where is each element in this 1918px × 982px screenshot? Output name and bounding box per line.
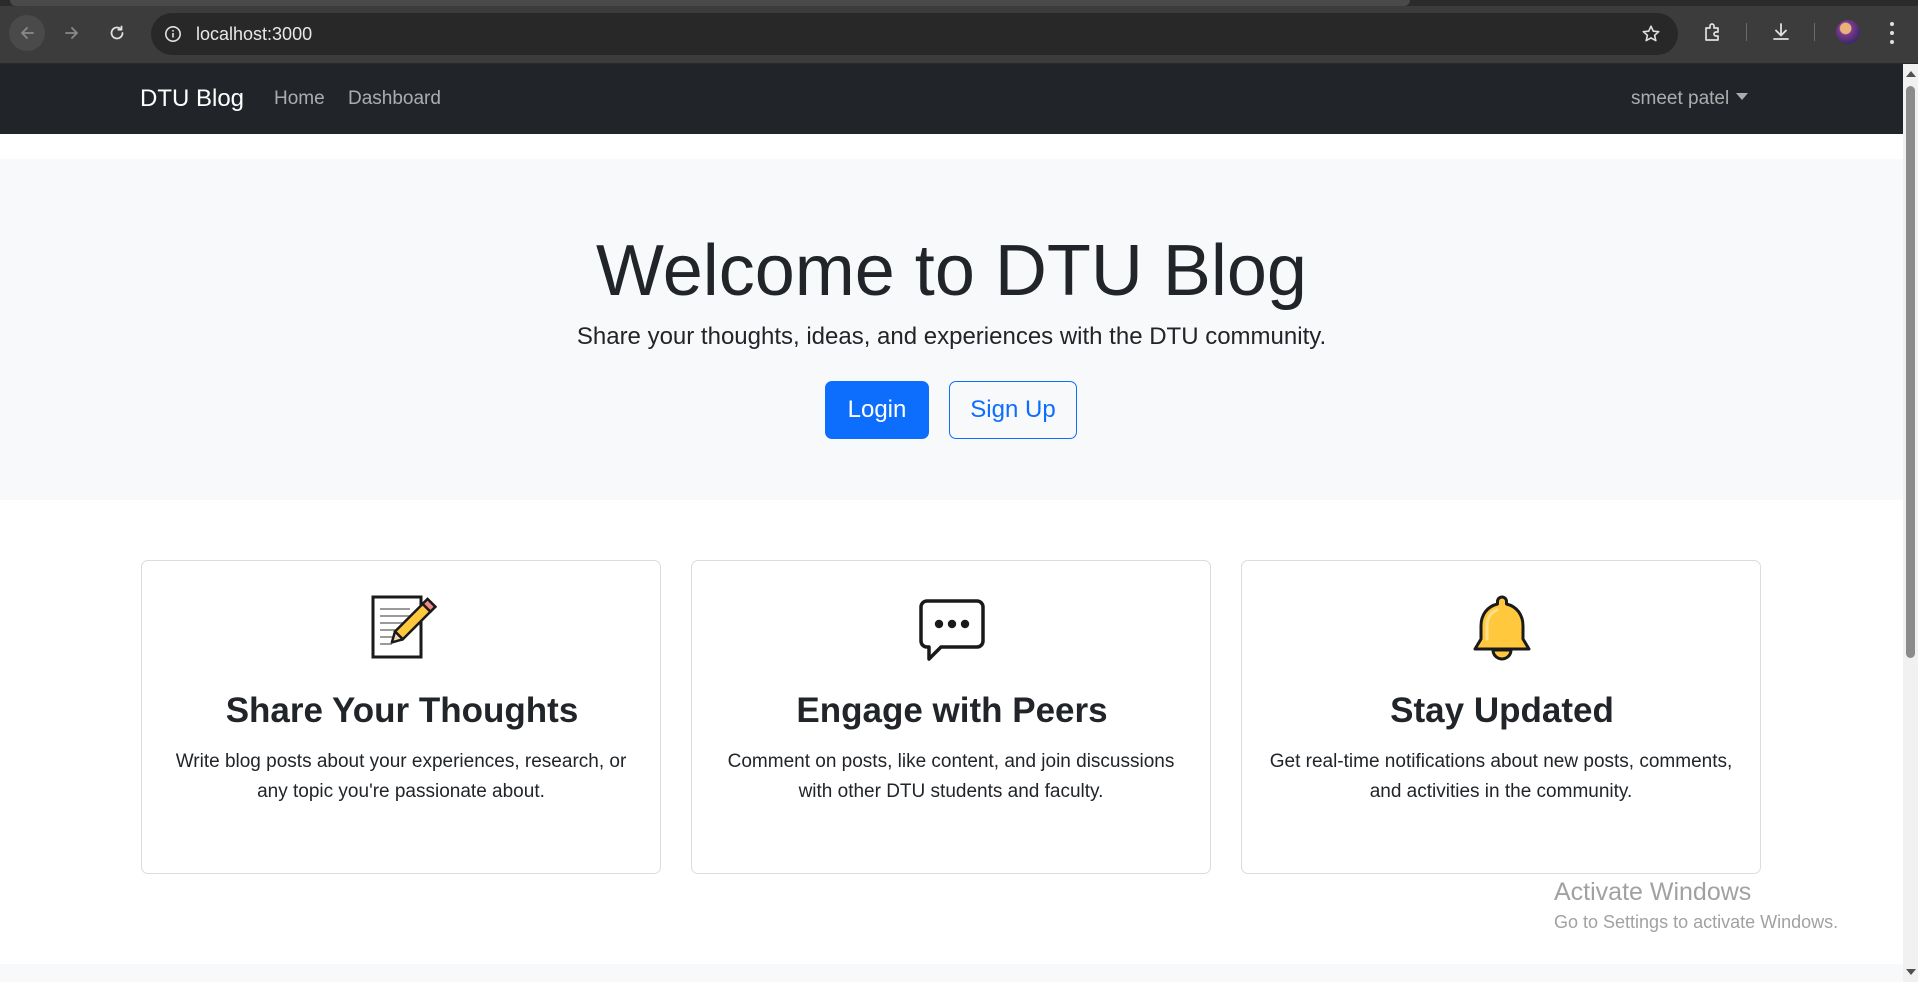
watermark-subtitle: Go to Settings to activate Windows.	[1554, 912, 1839, 932]
hero-title: Welcome to DTU Blog	[596, 231, 1307, 311]
bell-icon	[1467, 593, 1537, 663]
site-info-icon[interactable]	[163, 24, 183, 44]
forward-button[interactable]	[54, 15, 90, 51]
extensions-icon[interactable]	[1700, 19, 1726, 45]
card-text: Write blog posts about your experiences,…	[175, 751, 627, 802]
active-tab[interactable]	[10, 0, 1410, 6]
browser-menu-icon[interactable]	[1885, 20, 1899, 46]
login-button[interactable]: Login	[825, 381, 929, 439]
bookmark-star-icon[interactable]	[1640, 23, 1662, 45]
address-bar[interactable]: localhost:3000	[151, 13, 1678, 55]
windows-activation-watermark: Activate Windows Go to Settings to activ…	[1554, 877, 1838, 934]
download-icon[interactable]	[1768, 19, 1794, 45]
arrow-left-icon	[21, 27, 34, 39]
toolbar-divider	[1746, 23, 1747, 41]
arrow-right-icon	[65, 27, 78, 39]
site-navbar: DTU Blog Home Dashboard smeet patel	[0, 64, 1903, 134]
nav-link-home[interactable]: Home	[274, 88, 325, 110]
reload-button[interactable]	[99, 15, 135, 51]
card-text: Get real-time notifications about new po…	[1269, 751, 1733, 802]
scroll-up-arrow-icon[interactable]	[1906, 71, 1916, 77]
hero-subtitle: Share your thoughts, ideas, and experien…	[576, 323, 1327, 350]
nav-link-dashboard[interactable]: Dashboard	[348, 88, 441, 110]
page-viewport: DTU Blog Home Dashboard smeet patel Welc…	[0, 64, 1903, 982]
back-button[interactable]	[9, 15, 45, 51]
caret-down-icon	[1736, 93, 1749, 100]
card-text: Comment on posts, like content, and join…	[727, 751, 1175, 802]
user-name: smeet patel	[1631, 88, 1730, 109]
card-title: Share Your Thoughts	[225, 691, 579, 730]
toolbar-divider	[1814, 23, 1815, 41]
scrollbar-thumb[interactable]	[1906, 86, 1915, 658]
scroll-down-arrow-icon[interactable]	[1906, 969, 1916, 975]
feature-card-engage: Engage with Peers Comment on posts, like…	[691, 560, 1211, 874]
user-dropdown[interactable]: smeet patel	[1631, 88, 1749, 110]
card-title: Engage with Peers	[796, 691, 1108, 730]
feature-card-share: Share Your Thoughts Write blog posts abo…	[141, 560, 661, 874]
hero-section: Welcome to DTU Blog Share your thoughts,…	[0, 159, 1903, 500]
feature-card-updates: Stay Updated Get real-time notifications…	[1241, 560, 1761, 874]
url-text[interactable]: localhost:3000	[196, 24, 312, 44]
speech-bubble-icon	[917, 593, 987, 663]
footer-edge	[0, 964, 1903, 982]
reload-icon	[110, 25, 124, 40]
brand-link[interactable]: DTU Blog	[140, 85, 244, 113]
profile-avatar[interactable]	[1836, 20, 1860, 44]
page-scrollbar[interactable]	[1903, 64, 1918, 982]
signup-button[interactable]: Sign Up	[949, 381, 1077, 439]
tab-strip	[0, 0, 1918, 6]
card-title: Stay Updated	[1390, 691, 1614, 730]
watermark-title: Activate Windows	[1554, 878, 1752, 906]
memo-pencil-icon	[367, 593, 438, 663]
browser-toolbar: localhost:3000	[0, 0, 1918, 64]
